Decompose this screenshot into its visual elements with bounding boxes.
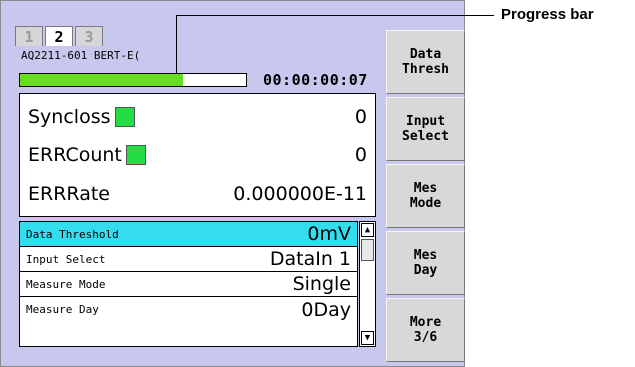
setting-label: Measure Mode [26, 277, 106, 291]
softkey-panel: Data Thresh Input Select Mes Mode Mes Da… [386, 30, 465, 367]
syncloss-row: Syncloss 0 [28, 102, 367, 132]
tab-3[interactable]: 3 [75, 26, 103, 46]
tab-1[interactable]: 1 [15, 26, 43, 46]
settings-list: Data Threshold 0mV Input Select DataIn 1… [19, 221, 358, 347]
setting-label: Measure Day [26, 303, 99, 316]
scroll-down-arrow-icon[interactable]: ▼ [361, 331, 374, 345]
progress-area: 00:00:00:07 [19, 71, 374, 89]
softkey-input-select[interactable]: Input Select [386, 97, 465, 161]
setting-label: Data Threshold [26, 227, 119, 241]
setting-value: DataIn 1 [269, 248, 351, 270]
softkey-mes-mode[interactable]: Mes Mode [386, 164, 465, 228]
elapsed-time: 00:00:00:07 [263, 71, 368, 89]
callout-label: Progress bar [501, 6, 594, 23]
setting-measure-day[interactable]: Measure Day 0Day [20, 297, 357, 322]
syncloss-led-indicator [114, 107, 135, 127]
syncloss-value: 0 [354, 106, 367, 128]
softkey-mes-day[interactable]: Mes Day [386, 231, 465, 295]
setting-data-threshold[interactable]: Data Threshold 0mV [20, 222, 357, 247]
errcount-value: 0 [354, 144, 367, 166]
softkey-more[interactable]: More 3/6 [386, 298, 465, 362]
errcount-row: ERRCount 0 [28, 140, 367, 170]
errcount-led-indicator [125, 145, 146, 165]
progress-fill [20, 74, 183, 86]
tab-2[interactable]: 2 [45, 26, 73, 46]
setting-value: 0Day [301, 298, 351, 321]
setting-input-select[interactable]: Input Select DataIn 1 [20, 247, 357, 272]
errcount-label: ERRCount [28, 144, 122, 166]
errrate-label: ERRRate [28, 183, 110, 205]
scroll-up-arrow-icon[interactable]: ▲ [361, 223, 374, 237]
setting-measure-mode[interactable]: Measure Mode Single [20, 272, 357, 297]
progress-bar [19, 73, 247, 87]
setting-value: Single [292, 273, 351, 295]
setting-value: 0mV [307, 223, 351, 245]
callout-leader-vertical [176, 15, 177, 73]
scroll-thumb[interactable] [361, 239, 374, 261]
setting-label: Input Select [26, 252, 106, 266]
errrate-value: 0.000000E-11 [233, 183, 367, 205]
list-scrollbar[interactable]: ▲ ▼ [359, 221, 376, 347]
callout-leader-horizontal [176, 15, 494, 16]
softkey-data-thresh[interactable]: Data Thresh [386, 30, 465, 94]
syncloss-label: Syncloss [28, 106, 111, 128]
device-name: AQ2211-601 BERT-E( [21, 49, 141, 62]
errrate-row: ERRRate 0.000000E-11 [28, 179, 367, 209]
status-panel: Syncloss 0 ERRCount 0 ERRRate 0.000000E-… [19, 93, 376, 217]
tab-bar: 1 2 3 [15, 26, 105, 46]
